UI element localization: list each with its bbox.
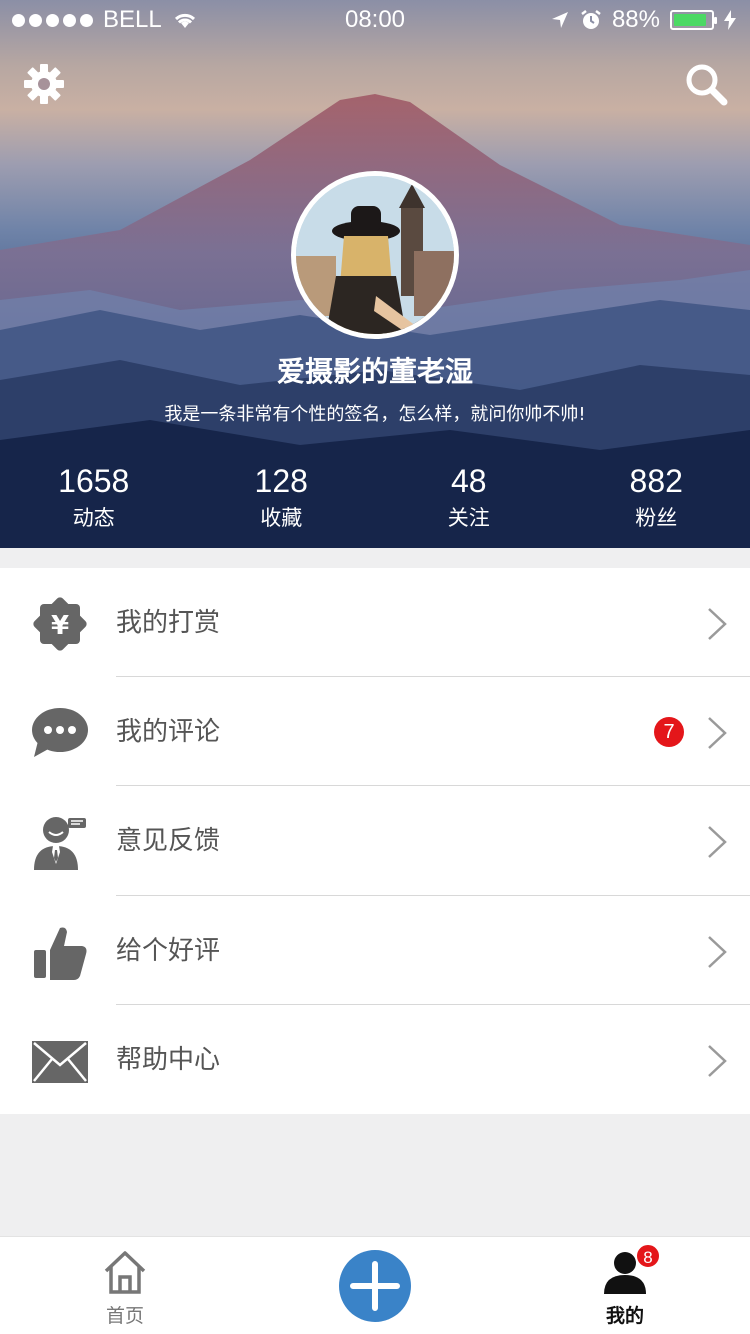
status-bar: BELL 08:00 88% — [0, 0, 750, 40]
stat-value: 128 — [254, 463, 308, 499]
stat-value: 1658 — [58, 463, 130, 499]
menu-label: 我的打赏 — [116, 608, 221, 638]
stat-posts[interactable]: 1658 动态 — [0, 462, 188, 532]
avatar-photo — [296, 176, 454, 334]
menu-label: 帮助中心 — [116, 1044, 221, 1075]
tab-me[interactable]: 8 我的 — [565, 1237, 685, 1334]
tab-label: 我的 — [605, 1305, 644, 1327]
menu-item-rewards[interactable]: ¥ 我的打赏 — [0, 568, 750, 678]
stat-value: 882 — [629, 463, 683, 499]
chevron-right-icon — [708, 717, 727, 750]
chevron-right-icon — [708, 608, 727, 640]
stat-label: 动态 — [72, 506, 115, 530]
stat-label: 收藏 — [260, 506, 303, 530]
yuan-badge-icon: ¥ — [33, 597, 87, 651]
alarm-icon — [581, 10, 601, 29]
profile-header: BELL 08:00 88% 爱摄影的董老湿 我是一条非常有个性的签名，怎么样，… — [0, 0, 750, 548]
user-name: 爱摄影的董老湿 — [276, 355, 473, 388]
tab-home[interactable]: 首页 — [65, 1237, 185, 1334]
comment-icon — [32, 708, 88, 758]
battery-icon — [670, 10, 717, 30]
chevron-right-icon — [708, 1044, 727, 1077]
menu-item-feedback[interactable]: 意见反馈 — [0, 786, 750, 896]
notification-badge: 7 — [654, 717, 684, 748]
stats-row: 1658 动态 128 收藏 48 关注 882 粉丝 — [0, 462, 750, 532]
tab-bar: 首页 8 我的 — [0, 1236, 750, 1334]
menu-label: 我的评论 — [116, 717, 221, 748]
thumbs-up-icon — [34, 927, 87, 980]
stat-following[interactable]: 48 关注 — [375, 462, 563, 532]
avatar[interactable] — [291, 171, 459, 339]
gear-icon[interactable] — [22, 62, 66, 106]
stat-value: 48 — [450, 463, 487, 499]
plus-icon — [350, 1261, 400, 1311]
battery-percent: 88% — [611, 6, 660, 33]
charging-bolt-icon — [724, 10, 736, 30]
chevron-right-icon — [708, 826, 727, 859]
menu-item-comments[interactable]: 我的评论 7 — [0, 677, 750, 787]
notification-badge: 8 — [635, 1243, 661, 1269]
tab-label: 首页 — [105, 1305, 144, 1327]
menu-label: 给个好评 — [116, 935, 221, 966]
menu-list: ¥ 我的打赏 我的评论 7 意见反馈 给个好评 帮助中心 — [0, 568, 750, 1114]
stat-label: 关注 — [447, 506, 490, 530]
stat-label: 粉丝 — [635, 506, 678, 530]
search-icon[interactable] — [684, 62, 728, 106]
location-arrow-icon — [551, 12, 568, 28]
stat-favorites[interactable]: 128 收藏 — [188, 462, 376, 532]
envelope-icon — [32, 1040, 88, 1083]
menu-label: 意见反馈 — [116, 826, 221, 857]
stat-followers[interactable]: 882 粉丝 — [563, 462, 750, 532]
svg-text:¥: ¥ — [51, 611, 69, 641]
chevron-right-icon — [708, 935, 727, 968]
feedback-person-icon — [34, 817, 86, 871]
home-icon — [104, 1251, 146, 1294]
menu-item-help[interactable]: 帮助中心 — [0, 1005, 750, 1114]
add-post-button[interactable] — [339, 1250, 411, 1322]
user-signature: 我是一条非常有个性的签名，怎么样，就问你帅不帅! — [164, 404, 586, 425]
menu-item-rate[interactable]: 给个好评 — [0, 896, 750, 1005]
battery-fill — [674, 14, 706, 26]
